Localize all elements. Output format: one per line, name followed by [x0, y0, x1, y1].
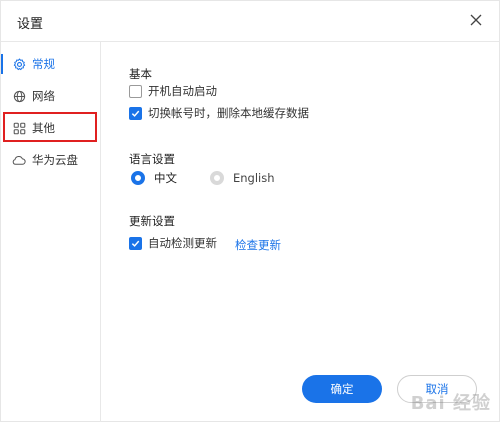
sidebar-item-label: 常规 — [32, 57, 55, 71]
close-icon[interactable] — [467, 11, 485, 29]
radio-label: 中文 — [154, 171, 177, 185]
radio-label: English — [233, 171, 275, 185]
settings-content: 基本 开机自动启动 切换帐号时，删除本地缓存数据 语言设置 中文 English… — [101, 42, 499, 422]
title-bar: 设置 — [1, 1, 499, 42]
checkbox-auto-start[interactable]: 开机自动启动 — [129, 83, 217, 99]
section-title-basic: 基本 — [129, 67, 152, 81]
sidebar-item-label: 华为云盘 — [32, 153, 78, 167]
section-title-language: 语言设置 — [129, 152, 175, 166]
confirm-button[interactable]: 确定 — [302, 375, 382, 403]
checkbox-checked[interactable] — [129, 236, 142, 250]
radio-english[interactable]: English — [210, 169, 275, 187]
radio-unselected[interactable] — [210, 171, 224, 185]
settings-dialog: 设置 常规 网络 其他 华为云盘 基本 开机自动启动 切换帐号时，删除本地缓存数… — [0, 0, 500, 422]
checkbox-clear-cache-on-switch[interactable]: 切换帐号时，删除本地缓存数据 — [129, 105, 309, 121]
sidebar-item-general[interactable]: 常规 — [1, 48, 99, 80]
checkbox-auto-check-update[interactable]: 自动检测更新 — [129, 235, 217, 251]
gear-icon — [12, 57, 26, 71]
checkbox-unchecked[interactable] — [129, 84, 142, 98]
cloud-icon — [12, 153, 26, 167]
sidebar-item-network[interactable]: 网络 — [1, 80, 99, 112]
watermark-logo: Bai 经验 — [410, 393, 491, 414]
check-update-link[interactable]: 检查更新 — [235, 237, 281, 253]
checkbox-label: 自动检测更新 — [148, 236, 217, 250]
checkbox-label: 切换帐号时，删除本地缓存数据 — [148, 106, 309, 120]
dialog-title: 设置 — [17, 17, 44, 32]
section-title-update: 更新设置 — [129, 214, 175, 228]
sidebar-item-huawei-cloud[interactable]: 华为云盘 — [1, 144, 99, 176]
globe-icon — [12, 89, 26, 103]
sidebar-item-label: 网络 — [32, 89, 55, 103]
radio-chinese[interactable]: 中文 — [131, 169, 177, 187]
highlight-annotation-box — [3, 112, 97, 142]
sidebar: 常规 网络 其他 华为云盘 — [1, 42, 101, 422]
checkbox-checked[interactable] — [129, 106, 142, 120]
radio-selected[interactable] — [131, 171, 145, 185]
checkbox-label: 开机自动启动 — [148, 84, 217, 98]
